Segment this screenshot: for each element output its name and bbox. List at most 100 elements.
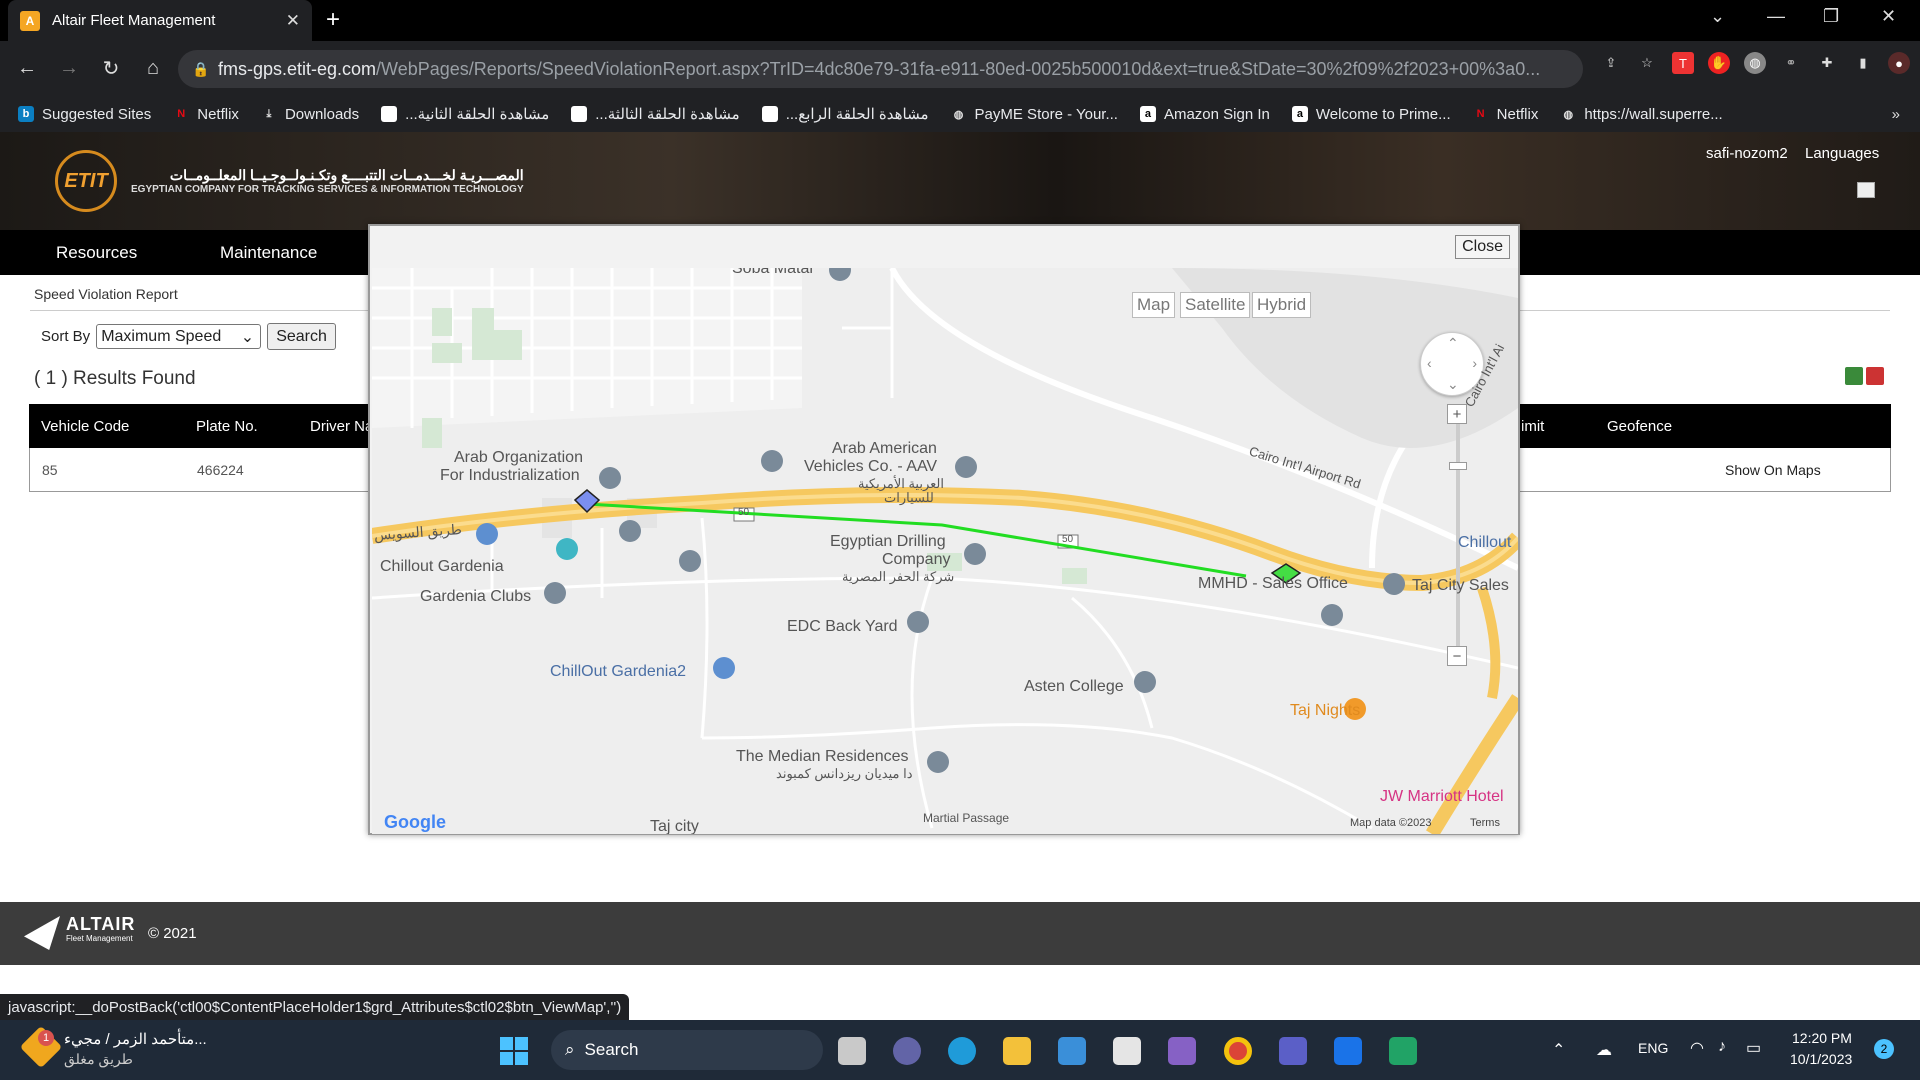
bookmarks-more-icon[interactable]: »: [1892, 106, 1900, 123]
window-close-icon[interactable]: ✕: [1881, 6, 1896, 27]
forward-icon[interactable]: →: [48, 57, 90, 80]
home-icon[interactable]: ⌂: [132, 57, 174, 80]
task-view-icon[interactable]: [838, 1037, 866, 1065]
pan-up-icon[interactable]: ⌃: [1447, 335, 1459, 352]
back-icon[interactable]: ←: [6, 57, 48, 80]
taskbar-search[interactable]: ⌕ Search: [551, 1030, 823, 1070]
site-favicon: A: [20, 10, 40, 31]
map-label: Egyptian Drilling: [830, 533, 946, 550]
adblock-extension-icon[interactable]: ✋: [1708, 52, 1730, 74]
bing-icon: b: [18, 106, 34, 122]
notification-count-badge[interactable]: 2: [1874, 1039, 1894, 1059]
onedrive-icon[interactable]: ☁: [1596, 1040, 1612, 1060]
edge-icon[interactable]: [948, 1037, 976, 1065]
browser-tab[interactable]: A Altair Fleet Management ✕: [8, 0, 312, 41]
cell-plate-no: 466224: [197, 462, 244, 478]
show-on-maps-link[interactable]: Show On Maps: [1725, 462, 1821, 478]
link-extension-icon[interactable]: ⚭: [1780, 52, 1802, 74]
profile-avatar[interactable]: ●: [1888, 52, 1910, 74]
close-button[interactable]: Close: [1455, 235, 1510, 259]
search-button[interactable]: Search: [267, 323, 336, 350]
netflix-icon: N: [1476, 108, 1485, 120]
minimize-icon[interactable]: —: [1767, 6, 1785, 27]
puzzle-icon[interactable]: ✚: [1816, 52, 1838, 74]
username-link[interactable]: safi-nozom2: [1706, 145, 1788, 162]
chrome-icon[interactable]: [1224, 1037, 1252, 1065]
pdf-export-icon[interactable]: [1866, 367, 1884, 385]
map-view[interactable]: Map Satellite Hybrid ⌃ ‹ › ⌄ + − Soba Ma…: [372, 268, 1518, 834]
col-vehicle-code[interactable]: Vehicle Code: [41, 418, 129, 435]
new-tab-icon[interactable]: +: [326, 6, 340, 34]
map-attribution: Map data ©2023: [1350, 817, 1432, 829]
restore-icon[interactable]: ❐: [1823, 6, 1839, 27]
cell-vehicle-code: 85: [42, 462, 58, 478]
pan-left-icon[interactable]: ‹: [1427, 355, 1432, 371]
store-icon[interactable]: [1113, 1037, 1141, 1065]
reload-icon[interactable]: ↻: [90, 56, 132, 81]
bookmark-amazon[interactable]: a Amazon Sign In: [1139, 106, 1270, 123]
tp-extension-icon[interactable]: T: [1672, 52, 1694, 74]
bookmark-superre[interactable]: ◍ https://wall.superre...: [1560, 106, 1723, 123]
company-logo: ETIT المصـــريـة لخـــدمــات التتبــــع …: [55, 150, 524, 212]
map-label: ChillOut Gardenia2: [550, 663, 687, 680]
map-type-map-button[interactable]: Map: [1132, 292, 1176, 318]
bookmark-netflix[interactable]: N Netflix: [173, 106, 239, 123]
media-player-icon[interactable]: [1389, 1037, 1417, 1065]
volume-icon[interactable]: ♪: [1718, 1038, 1726, 1056]
col-plate-no[interactable]: Plate No.: [196, 418, 258, 435]
lock-icon: 🔒: [192, 60, 210, 77]
map-type-satellite-button[interactable]: Satellite: [1180, 292, 1251, 318]
clock-date[interactable]: 10/1/2023: [1790, 1051, 1852, 1067]
col-driver-name[interactable]: Driver Na: [310, 418, 373, 435]
map-type-hybrid-button[interactable]: Hybrid: [1252, 292, 1312, 318]
map-label: Arab American: [832, 440, 937, 457]
bookmark-suggested-sites[interactable]: b Suggested Sites: [18, 106, 151, 123]
sidepanel-icon[interactable]: ▮: [1852, 52, 1874, 74]
map-label: Arab Organization: [454, 449, 583, 466]
visual-studio-icon[interactable]: [1168, 1037, 1196, 1065]
globe-extension-icon[interactable]: ◍: [1744, 52, 1766, 74]
mail-icon[interactable]: [1058, 1037, 1086, 1065]
extension-icons: ⇪ ☆ T ✋ ◍ ⚭ ✚ ▮ ● ⋮: [1600, 52, 1920, 74]
map-terms-link[interactable]: Terms: [1470, 817, 1500, 829]
windows-start-icon[interactable]: [500, 1037, 528, 1065]
bookmark-episode-4[interactable]: ...مشاهدة الحلقة الرابع: [761, 105, 929, 123]
meet-icon[interactable]: [893, 1037, 921, 1065]
bookmark-episode-3[interactable]: ...مشاهدة الحلقة الثالثة: [571, 105, 740, 123]
col-geofence[interactable]: Geofence: [1607, 418, 1672, 435]
address-bar[interactable]: 🔒 fms-gps.etit-eg.com/WebPages/Reports/S…: [178, 50, 1583, 88]
menu-resources[interactable]: Resources: [56, 243, 137, 263]
teams-icon[interactable]: [1279, 1037, 1307, 1065]
pan-down-icon[interactable]: ⌄: [1447, 376, 1459, 393]
bookmark-payme[interactable]: ◍ PayME Store - Your...: [951, 106, 1118, 123]
bookmark-prime[interactable]: a Welcome to Prime...: [1291, 106, 1451, 123]
menu-maintenance[interactable]: Maintenance: [220, 243, 317, 263]
excel-export-icon[interactable]: [1845, 367, 1863, 385]
zoom-in-button[interactable]: +: [1447, 404, 1467, 424]
col-speed-limit[interactable]: imit: [1521, 418, 1544, 435]
wifi-icon[interactable]: ◠: [1690, 1038, 1704, 1058]
pan-right-icon[interactable]: ›: [1472, 355, 1477, 371]
battery-icon[interactable]: ▭: [1746, 1038, 1761, 1058]
clock-time[interactable]: 12:20 PM: [1792, 1030, 1852, 1046]
tray-chevron-icon[interactable]: ⌃: [1552, 1040, 1565, 1060]
bookmark-netflix-2[interactable]: N Netflix: [1473, 106, 1539, 123]
sort-select[interactable]: Maximum Speed ⌄: [96, 324, 262, 349]
share-icon[interactable]: ⇪: [1600, 52, 1622, 74]
bookmark-episode-2[interactable]: ...مشاهدة الحلقة الثانية: [381, 105, 549, 123]
netflix-icon: N: [177, 108, 186, 120]
bookmark-downloads[interactable]: ⤓ Downloads: [261, 106, 360, 123]
languages-link[interactable]: Languages: [1805, 145, 1879, 162]
star-icon[interactable]: ☆: [1636, 52, 1658, 74]
tab-search-icon[interactable]: ⌄: [1710, 6, 1725, 27]
tab-close-icon[interactable]: ✕: [286, 11, 300, 31]
language-indicator[interactable]: ENG: [1638, 1040, 1668, 1056]
file-explorer-icon[interactable]: [1003, 1037, 1031, 1065]
notification-title[interactable]: متأحمد الزمر / مجيء...: [64, 1030, 207, 1048]
app-s-icon[interactable]: [1334, 1037, 1362, 1065]
zoom-out-button[interactable]: −: [1447, 646, 1467, 666]
footer-brand: ALTAIR: [66, 914, 136, 934]
footer-brand-sub: Fleet Management: [66, 934, 133, 943]
zoom-slider-handle[interactable]: [1449, 462, 1467, 470]
map-modal: Close Map Satellite Hybrid ⌃ ‹ › ⌄ + − S…: [368, 224, 1520, 835]
